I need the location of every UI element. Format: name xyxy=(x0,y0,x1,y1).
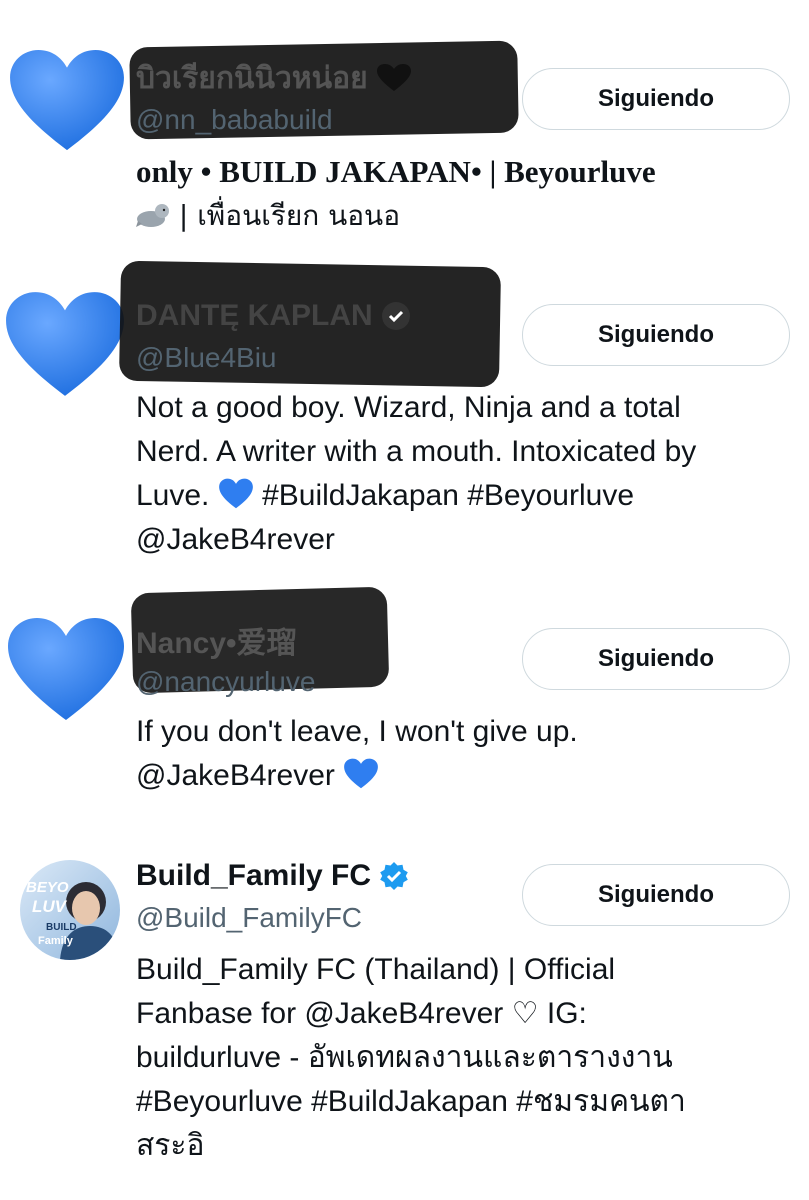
verified-badge-icon xyxy=(380,862,408,890)
following-button[interactable]: Siguiendo xyxy=(522,864,790,926)
display-name[interactable]: Build_Family FC xyxy=(136,856,409,896)
user-cell[interactable]: บิวเรียกนินิวหน่อย @nn_bababuild only • … xyxy=(0,0,809,250)
user-cell[interactable]: DANTĘ KAPLAN @Blue4Biu Not a good boy. W… xyxy=(0,250,809,580)
blue-heart-icon xyxy=(8,48,126,156)
bio-text: | เพื่อนเรียก นอนอ xyxy=(178,199,401,232)
display-name-text: บิวเรียกนินิวหน่อย xyxy=(136,61,368,95)
bio-line: สระอิ xyxy=(136,1129,205,1162)
blue-heart-icon xyxy=(218,478,253,509)
user-cell[interactable]: BEYO LUV BUILD Family Build_Family FC @B… xyxy=(0,820,809,1200)
avatar-image: BEYO LUV BUILD Family xyxy=(26,879,120,960)
bio-line: only • BUILD JAKAPAN• | Beyourluve xyxy=(136,154,656,189)
bio-line: | เพื่อนเรียก นอนอ xyxy=(136,194,789,238)
user-bio: Not a good boy. Wizard, Ninja and a tota… xyxy=(136,386,789,562)
display-name[interactable]: บิวเรียกนินิวหน่อย xyxy=(136,58,412,98)
user-bio: Build_Family FC (Thailand) | Official Fa… xyxy=(136,948,789,1168)
bio-line: Not a good boy. Wizard, Ninja and a tota… xyxy=(136,391,681,424)
bio-line: buildurluve - อัพเดทผลงานและตารางงาน xyxy=(136,1041,673,1074)
user-bio: If you don't leave, I won't give up. @Ja… xyxy=(136,710,789,798)
user-handle[interactable]: @nancyurluve xyxy=(136,666,315,698)
bio-line: Nerd. A writer with a mouth. Intoxicated… xyxy=(136,435,697,468)
seal-icon xyxy=(136,198,170,228)
following-button[interactable]: Siguiendo xyxy=(522,68,790,130)
display-name-text: Build_Family FC xyxy=(136,859,372,892)
display-name[interactable]: Nancy•爱瑠 xyxy=(136,620,297,660)
bio-line: Luve. #BuildJakapan #Beyourluve xyxy=(136,474,789,518)
svg-text:Family: Family xyxy=(38,935,74,947)
following-button[interactable]: Siguiendo xyxy=(522,628,790,690)
svg-text:BEYO: BEYO xyxy=(26,879,69,896)
bio-text: Luve. xyxy=(136,479,210,512)
bio-line: Build_Family FC (Thailand) | Official xyxy=(136,953,616,986)
user-handle[interactable]: @Build_FamilyFC xyxy=(136,902,362,934)
user-cell[interactable]: Nancy•爱瑠 @nancyurluve If you don't leave… xyxy=(0,580,809,820)
following-button[interactable]: Siguiendo xyxy=(522,304,790,366)
bio-mention[interactable]: @JakeB4rever xyxy=(136,759,335,792)
blue-heart-icon xyxy=(4,290,126,402)
bio-hashtags[interactable]: #Beyourluve #BuildJakapan #ชมรมคนตา xyxy=(136,1080,789,1124)
svg-text:BUILD: BUILD xyxy=(46,922,77,933)
bio-line: If you don't leave, I won't give up. xyxy=(136,715,578,748)
black-heart-icon xyxy=(376,64,411,91)
verified-badge-icon xyxy=(381,302,410,330)
blue-heart-icon xyxy=(6,616,126,726)
bio-line: Fanbase for @JakeB4rever ♡ IG: xyxy=(136,997,587,1030)
bio-line: @JakeB4rever xyxy=(136,754,789,798)
bio-hashtags[interactable]: #BuildJakapan #Beyourluve xyxy=(262,479,634,512)
user-handle[interactable]: @Blue4Biu xyxy=(136,342,277,374)
bio-mention[interactable]: @JakeB4rever xyxy=(136,518,789,562)
following-list: บิวเรียกนินิวหน่อย @nn_bababuild only • … xyxy=(0,0,809,1200)
display-name-text: Nancy•爱瑠 xyxy=(136,627,297,660)
display-name[interactable]: DANTĘ KAPLAN xyxy=(136,296,411,336)
user-handle[interactable]: @nn_bababuild xyxy=(136,104,333,136)
user-bio: only • BUILD JAKAPAN• | Beyourluve | เพื… xyxy=(136,150,789,238)
display-name-text: DANTĘ KAPLAN xyxy=(136,299,373,332)
blue-heart-icon xyxy=(344,758,379,789)
avatar[interactable]: BEYO LUV BUILD Family xyxy=(20,860,120,960)
svg-text:LUV: LUV xyxy=(32,897,68,916)
